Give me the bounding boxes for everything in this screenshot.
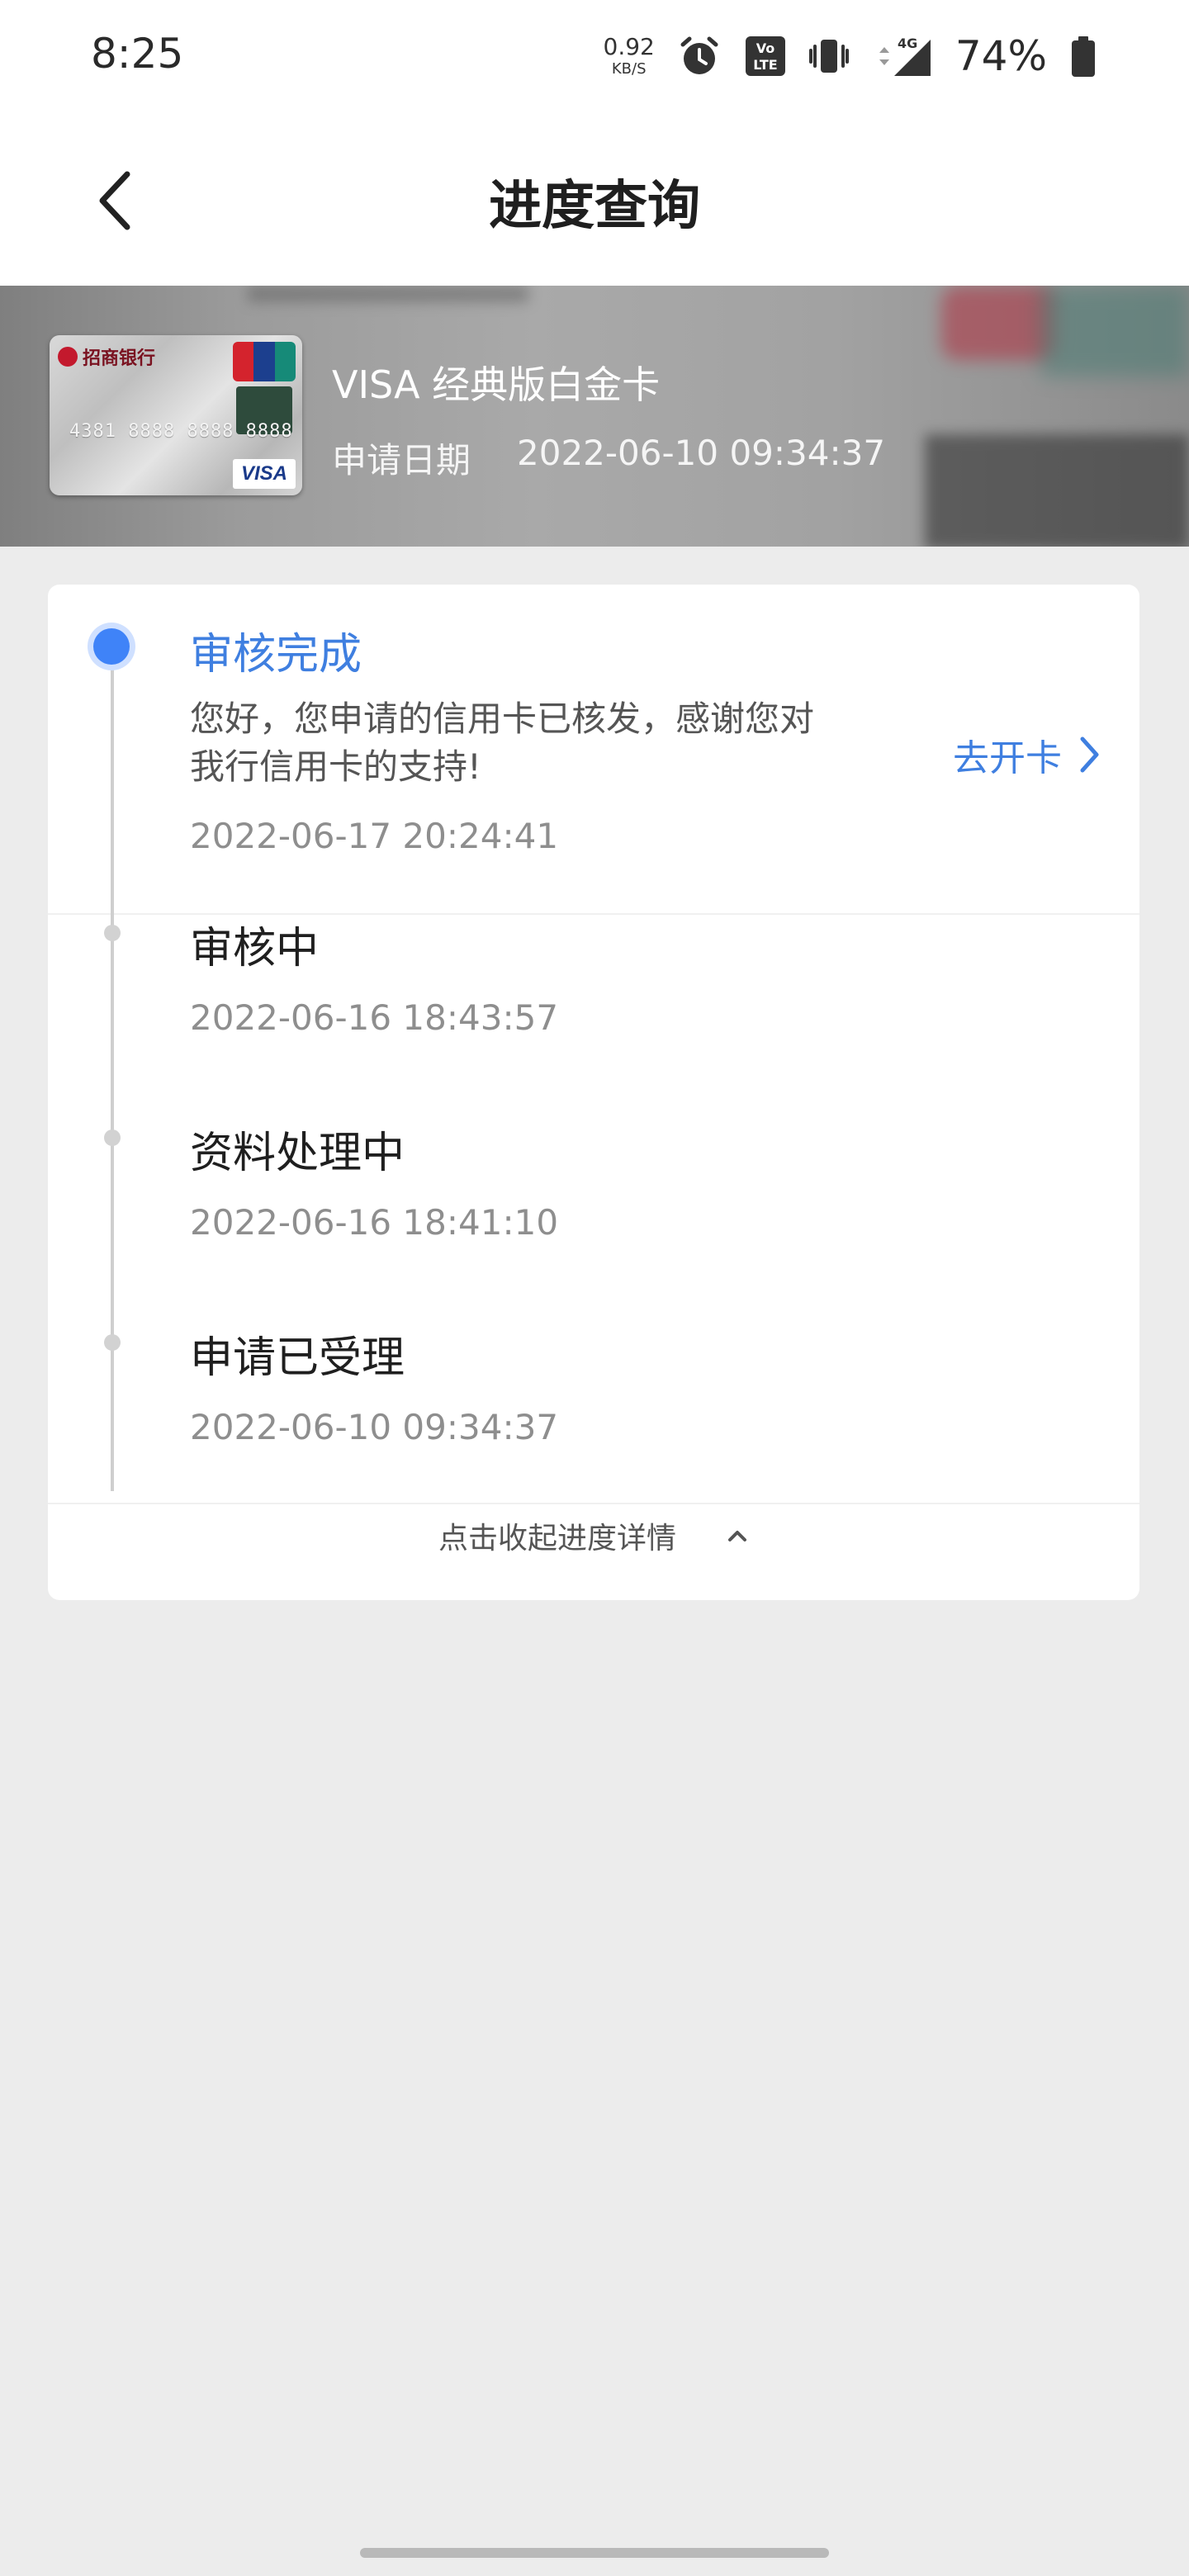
net-speed: 0.92 KB/S	[604, 36, 655, 77]
net-speed-unit: KB/S	[611, 60, 647, 78]
bank-logo: 招商银行	[58, 343, 155, 370]
apply-date-row: 申请日期 2022-06-10 09:34:37	[332, 433, 885, 483]
step-time: 2022-06-10 09:34:37	[190, 1407, 559, 1447]
timeline-line	[111, 661, 114, 1491]
home-indicator[interactable]	[360, 2548, 829, 2558]
step-time: 2022-06-16 18:43:57	[190, 997, 559, 1038]
apply-date-value: 2022-06-10 09:34:37	[517, 433, 886, 473]
step-title: 申请已受理	[190, 1333, 405, 1383]
step-time: 2022-06-17 20:24:41	[190, 816, 559, 856]
banner-bg-decoration	[1040, 286, 1189, 376]
collapse-label: 点击收起进度详情	[438, 1522, 676, 1556]
chevron-up-icon	[728, 1531, 746, 1541]
timeline-dot	[104, 1334, 121, 1351]
alarm-icon	[676, 33, 722, 79]
battery-percent: 74%	[955, 32, 1047, 80]
nav-bar: 进度查询	[0, 112, 1189, 286]
card-number: 4381 8888 8888 8888	[69, 421, 293, 442]
network-type-label: 4G	[898, 36, 917, 51]
chevron-right-icon	[1080, 736, 1099, 773]
signal-icon: 4G	[871, 33, 934, 79]
collapse-progress-button[interactable]: 点击收起进度详情	[48, 1503, 1139, 1569]
svg-text:LTE: LTE	[753, 57, 777, 73]
vibrate-icon	[808, 33, 850, 79]
battery-icon	[1068, 33, 1098, 79]
timeline-dot	[104, 925, 121, 941]
step-title: 审核完成	[190, 630, 362, 680]
open-card-label: 去开卡	[953, 737, 1062, 779]
timeline-dot-active	[88, 623, 135, 670]
unionpay-logo	[233, 342, 296, 381]
bank-logo-icon	[58, 347, 78, 367]
visa-logo: VISA	[233, 459, 296, 489]
apply-date-label: 申请日期	[332, 440, 471, 481]
card-name: VISA 经典版白金卡	[332, 362, 661, 407]
banner-bg-decoration	[925, 434, 1189, 547]
status-time: 8:25	[91, 30, 184, 78]
banner-bg-decoration	[941, 286, 1057, 360]
net-speed-value: 0.92	[603, 33, 655, 60]
svg-text:Vo: Vo	[756, 40, 775, 56]
timeline-dot	[104, 1129, 121, 1146]
page-title: 进度查询	[489, 176, 700, 237]
step-description: 您好，您申请的信用卡已核发，感谢您对我行信用卡的支持!	[190, 698, 815, 787]
credit-card-image: 招商银行 4381 8888 8888 8888 VISA	[50, 335, 302, 495]
bank-logo-text: 招商银行	[83, 348, 156, 369]
step-title: 资料处理中	[190, 1129, 405, 1178]
volte-icon: Vo LTE	[744, 33, 787, 79]
card-banner: 招商银行 4381 8888 8888 8888 VISA VISA 经典版白金…	[0, 286, 1189, 547]
status-bar: 8:25 0.92 KB/S Vo LTE 4G 74%	[0, 0, 1189, 112]
banner-bg-decoration	[248, 286, 528, 302]
step-time: 2022-06-16 18:41:10	[190, 1202, 559, 1243]
open-card-button[interactable]: 去开卡	[953, 728, 1101, 781]
step-title: 审核中	[190, 924, 320, 973]
status-icons: 0.92 KB/S Vo LTE 4G 74%	[604, 26, 1098, 86]
